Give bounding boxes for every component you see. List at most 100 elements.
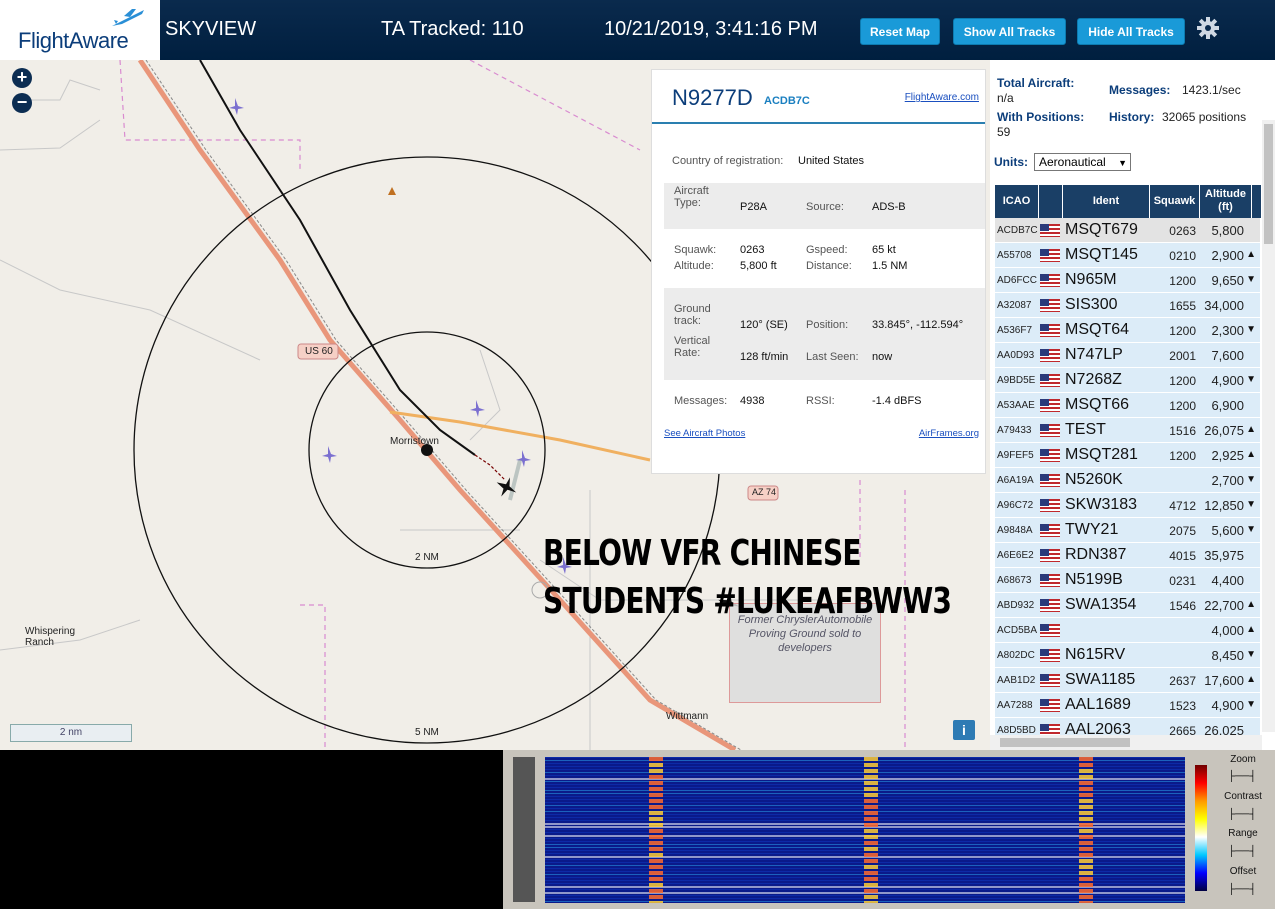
airframes-link[interactable]: AirFrames.org [919, 428, 979, 439]
table-row[interactable]: ACDB7C MSQT679 0263 5,800 [995, 218, 1260, 243]
zoom-control-label: Zoom [1230, 754, 1256, 765]
source-label: Source: [806, 201, 844, 213]
table-row[interactable]: AA0D93 N747LP 2001 7,600 [995, 343, 1260, 368]
spectrum-peak [864, 757, 878, 761]
table-row[interactable]: A802DC N615RV 8,450 ▼ [995, 643, 1260, 668]
us-flag-icon [1040, 499, 1060, 512]
history-label: History: [1109, 110, 1155, 124]
table-row[interactable]: A55708 MSQT145 0210 2,900 ▲ [995, 243, 1260, 268]
with-positions-value: 59 [997, 125, 1011, 139]
zoom-slider[interactable]: ├──┤ [1228, 772, 1256, 782]
units-select[interactable]: Aeronautical [1034, 153, 1131, 171]
table-row[interactable]: AA7288 AAL1689 1523 4,900 ▼ [995, 693, 1260, 718]
table-row[interactable]: AAB1D2 SWA1185 2637 17,600 ▲ [995, 668, 1260, 693]
table-row[interactable]: A536F7 MSQT64 1200 2,300 ▼ [995, 318, 1260, 343]
country-value: United States [798, 155, 865, 167]
row-ident: SIS300 [1065, 296, 1118, 313]
spectrum-peak [649, 901, 663, 903]
spectrum-peak [1079, 859, 1093, 863]
spectrum-peak [864, 877, 878, 881]
aircraft-table-body: ACDB7C MSQT679 0263 5,800 A55708 MSQT145 0210 2… [995, 218, 1260, 743]
spectrum-peak [1079, 787, 1093, 791]
table-row[interactable]: A53AAE MSQT66 1200 6,900 [995, 393, 1260, 418]
row-icao: A9848A [997, 525, 1033, 536]
row-altitude: 5,600 [1211, 523, 1244, 538]
zoom-out-button[interactable]: − [12, 93, 32, 113]
offset-control-label: Offset [1229, 866, 1257, 877]
contrast-slider[interactable]: ├──┤ [1228, 810, 1256, 820]
col-squawk[interactable]: Squawk [1150, 185, 1200, 218]
us-flag-icon [1040, 599, 1060, 612]
col-altitude[interactable]: Altitude (ft) [1200, 185, 1252, 218]
row-ident: N615RV [1065, 646, 1126, 663]
row-altitude: 35,975 [1204, 548, 1244, 563]
table-row[interactable]: A96C72 SKW3183 4712 12,850 ▼ [995, 493, 1260, 518]
table-row[interactable]: ACD5BA 4,000 ▲ [995, 618, 1260, 643]
row-squawk: 1516 [1169, 424, 1196, 438]
col-flag[interactable] [1039, 185, 1063, 218]
table-row[interactable]: A6A19A N5260K 2,700 ▼ [995, 468, 1260, 493]
spectrum-peak [1079, 811, 1093, 815]
vertical-rate-label: Vertical Rate: [674, 335, 711, 359]
waterfall-spectrum[interactable] [545, 757, 1185, 903]
us-flag-icon [1040, 424, 1060, 437]
row-icao: ABD932 [997, 600, 1035, 611]
flightaware-link[interactable]: FlightAware.com [905, 92, 979, 103]
altitude-trend-icon: ▼ [1246, 649, 1256, 660]
us-flag-icon [1040, 649, 1060, 662]
altitude-trend-icon: ▼ [1246, 274, 1256, 285]
aircraft-photos-link[interactable]: See Aircraft Photos [664, 428, 745, 439]
gear-icon[interactable] [1196, 16, 1220, 40]
spectrum-peak [864, 769, 878, 773]
row-ident: TEST [1065, 421, 1106, 438]
table-row[interactable]: A9848A TWY21 2075 5,600 ▼ [995, 518, 1260, 543]
spectrum-peak [864, 799, 878, 803]
table-row[interactable]: ABD932 SWA1354 1546 22,700 ▲ [995, 593, 1260, 618]
show-all-tracks-button[interactable]: Show All Tracks [953, 18, 1066, 45]
row-squawk: 1200 [1169, 449, 1196, 463]
table-vertical-scrollbar[interactable] [1262, 120, 1275, 732]
us-flag-icon [1040, 524, 1060, 537]
range-slider[interactable]: ├──┤ [1228, 847, 1256, 857]
us-flag-icon [1040, 249, 1060, 262]
position-label: Position: [806, 319, 849, 331]
col-icao[interactable]: ICAO [995, 185, 1039, 218]
row-squawk: 4015 [1169, 549, 1196, 563]
row-squawk: 1200 [1169, 374, 1196, 388]
spectrum-peak [864, 895, 878, 899]
table-horizontal-scrollbar[interactable] [990, 735, 1262, 750]
info-icon[interactable]: i [953, 720, 975, 740]
flightaware-logo[interactable]: FlightAware [0, 0, 160, 60]
row-icao: AAB1D2 [997, 675, 1036, 686]
caption-line-2: STUDENTS #LUKEAFBWW3 [543, 581, 952, 622]
hide-all-tracks-button[interactable]: Hide All Tracks [1077, 18, 1185, 45]
tracked-count: TA Tracked: 110 [381, 18, 524, 40]
reset-map-button[interactable]: Reset Map [860, 18, 940, 45]
spectrum-peak [649, 853, 663, 857]
row-icao: ACDB7C [997, 225, 1038, 236]
zoom-in-button[interactable]: + [12, 68, 32, 88]
col-ident[interactable]: Ident [1063, 185, 1150, 218]
us-flag-icon [1040, 449, 1060, 462]
squawk-label: Squawk: [674, 244, 717, 256]
offset-slider[interactable]: ├──┤ [1228, 885, 1256, 895]
rssi-value: -1.4 dBFS [872, 395, 922, 407]
total-aircraft-label: Total Aircraft: [997, 76, 1075, 90]
spectrum-peak [649, 787, 663, 791]
table-row[interactable]: A79433 TEST 1516 26,075 ▲ [995, 418, 1260, 443]
table-row[interactable]: A6E6E2 RDN387 4015 35,975 [995, 543, 1260, 568]
table-row[interactable]: A9BD5E N7268Z 1200 4,900 ▼ [995, 368, 1260, 393]
spectrum-peak [864, 835, 878, 839]
aircraft-registration: N9277D [672, 85, 753, 110]
spectrum-peak [1079, 769, 1093, 773]
messages-rate-label: Messages: [1109, 83, 1171, 97]
table-row[interactable]: A32087 SIS300 1655 34,000 [995, 293, 1260, 318]
table-row[interactable]: AD6FCC N965M 1200 9,650 ▼ [995, 268, 1260, 293]
messages-rate-value: 1423.1/sec [1182, 83, 1241, 97]
scale-bar: 2 nm [10, 724, 132, 742]
us-flag-icon [1040, 299, 1060, 312]
spectrum-peak [649, 859, 663, 863]
app-name: SKYVIEW [165, 18, 257, 40]
table-row[interactable]: A68673 N5199B 0231 4,400 [995, 568, 1260, 593]
table-row[interactable]: A9FEF5 MSQT281 1200 2,925 ▲ [995, 443, 1260, 468]
